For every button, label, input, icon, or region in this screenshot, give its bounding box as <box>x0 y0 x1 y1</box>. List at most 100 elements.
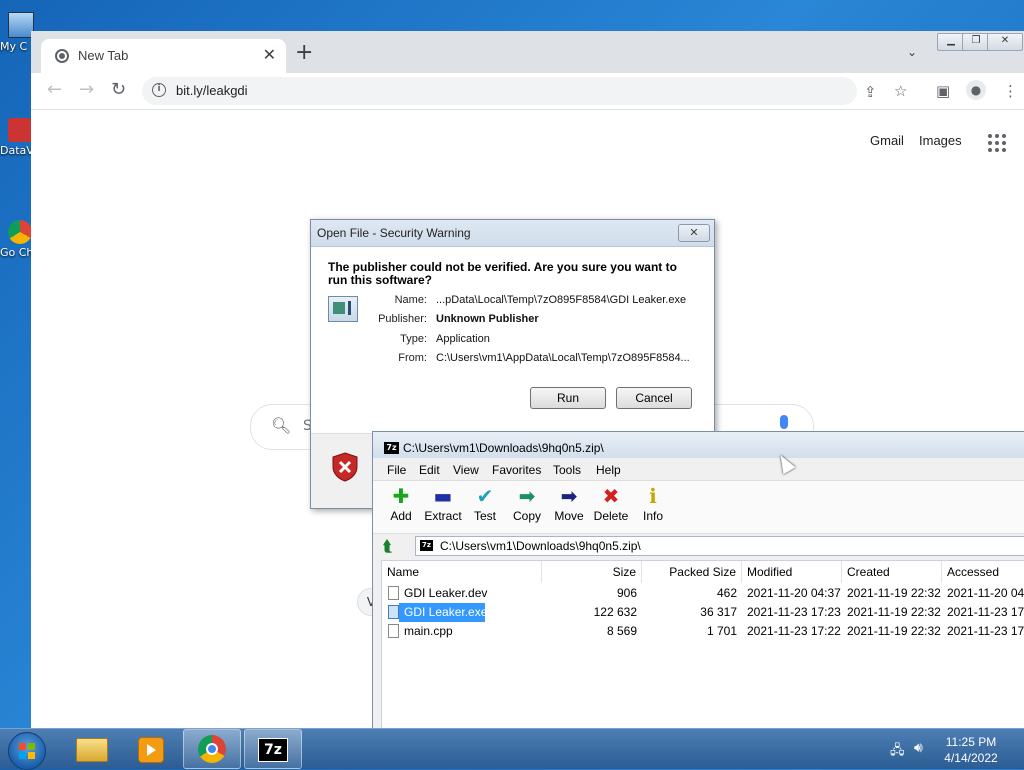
tab-title: New Tab <box>78 48 129 63</box>
shortcut-icon <box>8 118 32 142</box>
side-panel-icon[interactable]: ▣ <box>936 82 950 100</box>
file-created: 2021-11-19 22:32 <box>847 605 941 619</box>
menu-edit[interactable]: Edit <box>419 463 440 477</box>
more-menu-icon[interactable]: ⋮ <box>1003 82 1018 100</box>
copy-arrow-icon: ➡ <box>518 484 536 508</box>
delete-label: Delete <box>593 509 629 523</box>
publisher-value: Unknown Publisher <box>436 313 539 325</box>
file-created: 2021-11-19 22:32 <box>847 624 941 638</box>
info-label: Info <box>642 509 663 523</box>
system-clock[interactable]: 11:25 PM 4/14/2022 <box>930 734 1012 766</box>
column-header-size[interactable]: Size <box>542 561 642 583</box>
path-value: C:\Users\vm1\Downloads\9hq0n5.zip\ <box>440 539 641 553</box>
dialog-close-button[interactable]: ✕ <box>678 224 710 242</box>
microphone-icon[interactable] <box>780 415 788 429</box>
column-header-name[interactable]: Name <box>382 561 542 583</box>
file-packed-size: 1 701 <box>706 624 737 638</box>
move-button[interactable]: ➡ Move <box>547 485 591 523</box>
new-tab-button[interactable]: + <box>295 42 313 64</box>
7zip-address-bar: ⮬ 7z C:\Users\vm1\Downloads\9hq0n5.zip\ <box>381 536 1024 556</box>
menu-view[interactable]: View <box>453 463 479 477</box>
column-header-created[interactable]: Created <box>842 561 942 583</box>
file-packed-size: 462 <box>716 586 737 600</box>
tab-search-chevron-icon[interactable]: ⌄ <box>907 45 917 59</box>
archive-icon: 7z <box>420 540 433 551</box>
tab-strip: New Tab ✕ + ⌄ ▁ ❐ ✕ <box>31 31 1024 73</box>
back-arrow-icon[interactable]: ← <box>47 79 62 100</box>
taskbar-explorer[interactable] <box>62 729 120 769</box>
file-accessed: 2021-11-20 04: <box>947 586 1024 600</box>
info-button[interactable]: ℹ Info <box>631 485 675 523</box>
extract-button[interactable]: ▬ Extract <box>421 485 465 523</box>
dialog-content: The publisher could not be verified. Are… <box>311 247 714 433</box>
maximize-button[interactable]: ❐ <box>962 33 990 51</box>
file-modified: 2021-11-20 04:37 <box>747 586 841 600</box>
menu-file[interactable]: File <box>387 463 406 477</box>
volume-icon[interactable]: 🔊︎ <box>914 740 923 756</box>
from-value: C:\Users\vm1\AppData\Local\Temp\7zO895F8… <box>436 352 690 364</box>
file-created: 2021-11-19 22:32 <box>847 586 941 600</box>
file-size: 906 <box>616 586 637 600</box>
test-label: Test <box>473 509 496 523</box>
file-icon <box>388 605 399 619</box>
network-icon[interactable]: 🖧 <box>890 741 905 763</box>
table-row[interactable]: main.cpp 8 569 1 701 2021-11-23 17:22 20… <box>382 622 1024 641</box>
delete-button[interactable]: ✖ Delete <box>589 485 633 523</box>
start-button[interactable] <box>8 732 46 770</box>
bookmark-star-icon[interactable]: ☆ <box>894 82 907 100</box>
menu-favorites[interactable]: Favorites <box>492 463 541 477</box>
close-window-button[interactable]: ✕ <box>987 33 1023 51</box>
chrome-favicon-icon <box>55 49 69 63</box>
taskbar-media-player[interactable] <box>122 729 180 769</box>
test-button[interactable]: ✔ Test <box>463 485 507 523</box>
file-name: GDI Leaker.exe <box>399 603 485 622</box>
site-info-icon[interactable]: i <box>152 83 166 97</box>
menu-tools[interactable]: Tools <box>553 463 581 477</box>
test-check-icon: ✔ <box>476 484 494 508</box>
move-arrow-icon: ➡ <box>560 484 578 508</box>
chrome-icon-center <box>206 743 218 755</box>
desktop-icon-computer[interactable]: My C <box>0 12 34 53</box>
7zip-menubar: File Edit View Favorites Tools Help <box>373 459 1024 479</box>
reload-icon[interactable]: ↻ <box>111 79 126 100</box>
taskbar-7zip[interactable]: 7z <box>244 729 302 769</box>
clock-date: 4/14/2022 <box>944 751 998 765</box>
desktop-icon-chrome[interactable]: Go Ch <box>0 220 34 259</box>
search-icon: 🔍︎ <box>271 416 292 435</box>
path-field[interactable]: 7z C:\Users\vm1\Downloads\9hq0n5.zip\ <box>415 536 1024 556</box>
close-tab-icon[interactable]: ✕ <box>263 45 276 64</box>
table-row-selected[interactable]: GDI Leaker.exe 122 632 36 317 2021-11-23… <box>382 603 1024 622</box>
shield-warning-icon <box>332 452 358 482</box>
profile-avatar-icon[interactable]: ● <box>966 80 986 100</box>
file-icon <box>388 586 399 600</box>
file-size: 8 569 <box>606 624 637 638</box>
file-name: GDI Leaker.dev <box>404 586 488 600</box>
table-row[interactable]: GDI Leaker.dev 906 462 2021-11-20 04:37 … <box>382 584 1024 603</box>
taskbar-chrome[interactable] <box>183 729 241 769</box>
play-icon <box>147 744 156 756</box>
images-link[interactable]: Images <box>919 133 962 148</box>
column-header-packed-size[interactable]: Packed Size <box>642 561 742 583</box>
tab-new-tab[interactable]: New Tab ✕ <box>41 39 286 73</box>
add-button[interactable]: ✚ Add <box>379 485 423 523</box>
file-modified: 2021-11-23 17:22 <box>747 624 841 638</box>
info-icon: ℹ <box>649 484 657 508</box>
desktop-icon-datav[interactable]: DataV <box>0 118 34 157</box>
name-value: ...pData\Local\Temp\7zO895F8584\GDI Leak… <box>436 294 687 306</box>
cancel-button[interactable]: Cancel <box>616 387 692 409</box>
up-folder-icon[interactable]: ⮬ <box>383 537 392 555</box>
forward-arrow-icon[interactable]: → <box>79 79 94 100</box>
extract-minus-icon: ▬ <box>433 484 453 508</box>
type-label: Type: <box>400 333 427 345</box>
7zip-titlebar: 7z C:\Users\vm1\Downloads\9hq0n5.zip\ <box>373 432 1024 458</box>
apps-grid-icon[interactable] <box>988 134 1006 152</box>
column-header-accessed[interactable]: Accessed <box>942 561 1024 583</box>
column-header-modified[interactable]: Modified <box>742 561 842 583</box>
run-button[interactable]: Run <box>530 387 606 409</box>
menu-help[interactable]: Help <box>596 463 621 477</box>
address-bar[interactable]: i bit.ly/leakgdi ⇪ ☆ <box>142 77 907 105</box>
minimize-button[interactable]: ▁ <box>937 33 965 51</box>
share-icon[interactable]: ⇪ <box>864 83 877 101</box>
gmail-link[interactable]: Gmail <box>870 133 904 148</box>
copy-button[interactable]: ➡ Copy <box>505 485 549 523</box>
